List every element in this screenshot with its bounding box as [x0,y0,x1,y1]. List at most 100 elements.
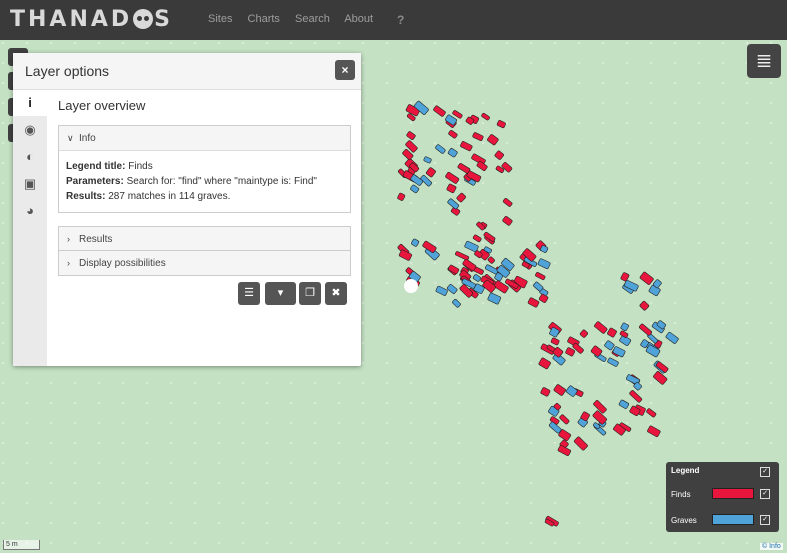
grave-feature[interactable] [604,340,615,351]
find-feature[interactable] [653,371,668,385]
find-feature[interactable] [502,198,513,207]
find-feature[interactable] [639,271,654,285]
find-feature[interactable] [607,327,617,338]
display-section-label: Display possibilities [79,258,166,269]
find-feature[interactable] [527,297,540,308]
grave-feature[interactable] [410,184,420,194]
grave-feature[interactable] [612,346,626,358]
find-feature[interactable] [620,272,630,282]
nav-about[interactable]: About [344,13,373,25]
results-section[interactable]: › Results [58,226,351,252]
find-feature[interactable] [550,337,560,346]
grave-feature[interactable] [435,144,446,154]
find-feature[interactable] [398,249,413,261]
find-feature[interactable] [472,132,484,141]
grave-feature[interactable] [452,299,461,308]
legend-title: Legend [671,466,700,475]
info-icon[interactable]: i [13,90,47,116]
grave-feature[interactable] [618,399,630,409]
find-feature[interactable] [535,272,546,280]
find-feature[interactable] [629,390,643,403]
grave-feature[interactable] [620,322,629,332]
find-feature[interactable] [433,105,446,117]
find-feature[interactable] [445,171,460,184]
find-feature[interactable] [397,192,406,202]
info-header-label: Info [79,133,96,144]
find-feature[interactable] [639,300,650,311]
nav-charts[interactable]: Charts [248,13,280,25]
find-feature[interactable] [455,251,470,261]
find-feature[interactable] [559,414,570,425]
find-feature[interactable] [487,256,495,264]
finds-checkbox[interactable]: ✓ [760,489,770,499]
find-feature[interactable] [406,131,416,140]
find-feature[interactable] [496,120,506,129]
legend-toggle-checkbox[interactable]: ✓ [760,467,770,477]
layer-overview-heading: Layer overview [58,98,146,113]
grave-feature[interactable] [472,274,482,282]
nav-search[interactable]: Search [295,13,330,25]
help-icon[interactable]: ? [397,13,404,27]
grave-feature[interactable] [537,258,551,270]
grave-feature[interactable] [487,292,502,305]
results-value: 287 matches in 114 graves. [108,191,231,202]
find-feature[interactable] [573,436,588,451]
graves-checkbox[interactable]: ✓ [760,515,770,525]
panel-header: Layer options × [13,53,361,90]
find-feature[interactable] [565,347,576,357]
copy-icon[interactable]: ❐ [299,282,321,305]
find-feature[interactable] [426,167,436,178]
find-feature[interactable] [502,216,513,226]
grave-feature[interactable] [411,238,420,247]
find-feature[interactable] [647,425,661,438]
find-feature[interactable] [448,130,458,139]
find-feature[interactable] [487,134,499,146]
brand-logo[interactable]: THANAD S [10,7,173,32]
find-feature[interactable] [619,330,629,338]
map-marker-icon[interactable]: ◉ [13,117,47,143]
info-section-header[interactable]: ∨ Info [59,126,350,151]
grave-feature[interactable] [435,285,448,296]
find-feature[interactable] [481,112,490,121]
legend-title-value: Finds [128,161,153,172]
display-section[interactable]: › Display possibilities [58,250,351,276]
top-navbar: THANAD S Sites Charts Search About ? [0,0,787,40]
attribution-link[interactable]: © Info [760,543,783,550]
find-feature[interactable] [553,384,566,396]
results-label: Results: [66,191,106,202]
grave-feature[interactable] [565,385,578,397]
trash-icon[interactable]: ✖ [325,282,347,305]
find-feature[interactable] [639,323,653,336]
fill-icon[interactable]: ▣ [13,171,47,197]
nav-sites[interactable]: Sites [208,13,232,25]
grave-feature[interactable] [607,357,619,367]
find-feature[interactable] [460,141,473,152]
find-feature[interactable] [472,234,482,243]
pie-chart-icon[interactable]: ◕ [13,198,47,224]
parameters-label: Parameters: [66,176,124,187]
layers-icon[interactable]: ≣ [747,44,781,78]
find-feature[interactable] [540,387,551,397]
find-feature[interactable] [594,321,608,334]
grave-feature[interactable] [446,284,458,295]
grave-feature[interactable] [423,156,432,164]
close-button[interactable]: × [335,60,355,80]
grave-feature[interactable] [485,264,499,275]
export-dropdown-button[interactable]: ▾ [265,282,296,305]
map-marker[interactable] [404,279,418,293]
find-feature[interactable] [579,329,589,338]
find-feature[interactable] [456,192,466,203]
info-body: Legend title: Finds Parameters: Search f… [59,151,350,212]
find-feature[interactable] [538,357,551,370]
graves-swatch [712,514,754,525]
find-feature[interactable] [646,408,657,418]
grave-feature[interactable] [447,148,458,158]
palette-icon[interactable]: ◐ [13,144,47,170]
parameters-value: Search for: "find" where "maintype is: F… [126,176,317,187]
find-feature[interactable] [446,183,457,194]
list-icon[interactable]: ☰ [238,282,260,305]
grave-feature[interactable] [665,331,679,344]
find-feature[interactable] [593,400,607,414]
find-feature[interactable] [448,264,460,275]
find-feature[interactable] [494,150,504,160]
